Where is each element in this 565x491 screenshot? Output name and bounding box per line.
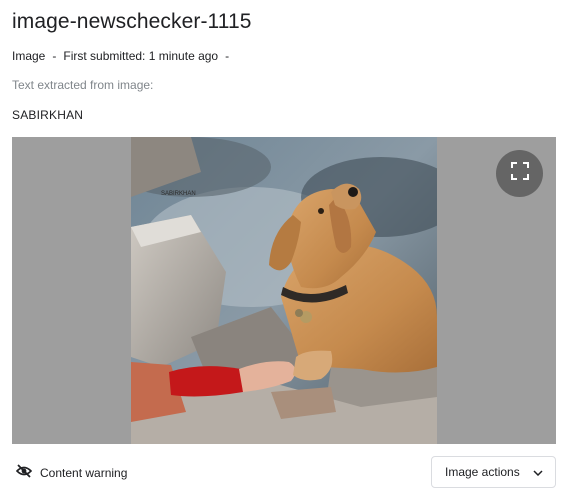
page: image-newschecker-1115 Image - First sub… (0, 0, 565, 491)
photo-watermark: SABIRKHAN (161, 191, 196, 197)
content-warning-label: Content warning (40, 465, 128, 480)
page-title: image-newschecker-1115 (12, 10, 252, 33)
image-actions-button[interactable]: Image actions (431, 456, 556, 488)
meta-row: Image - First submitted: 1 minute ago - (12, 49, 229, 63)
content-warning-toggle[interactable]: Content warning (15, 464, 128, 481)
image-viewer: SABIRKHAN (12, 137, 556, 444)
meta-submitted: First submitted: 1 minute ago (63, 49, 219, 63)
fullscreen-icon (510, 162, 529, 185)
chevron-down-icon (533, 465, 543, 479)
extracted-text-label: Text extracted from image: (12, 78, 154, 92)
image-footer: Content warning Image actions (12, 456, 556, 488)
fullscreen-button[interactable] (496, 150, 543, 197)
meta-separator: - (52, 49, 57, 63)
extracted-text-value: SABIRKHAN (12, 108, 84, 122)
image-actions-label: Image actions (445, 465, 520, 479)
dog-rubble-photo: SABIRKHAN (131, 137, 437, 444)
meta-type: Image (12, 49, 46, 63)
eye-off-icon (15, 464, 33, 481)
meta-separator-trailing: - (225, 49, 230, 63)
